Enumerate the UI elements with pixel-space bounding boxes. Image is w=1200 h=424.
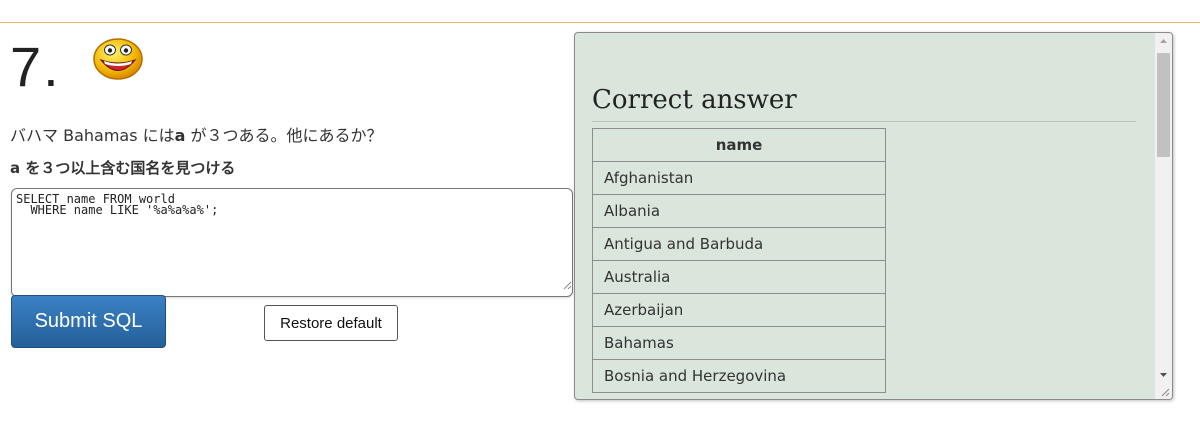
- table-cell: Albania: [592, 194, 886, 228]
- question-text-prefix: バハマ Bahamas には: [10, 126, 175, 145]
- table-row: Antigua and Barbuda: [592, 227, 886, 261]
- answer-divider: [592, 121, 1136, 122]
- question-text-suffix: が３つある。他にあるか？: [185, 126, 383, 145]
- table-row: Azerbaijan: [592, 293, 886, 327]
- top-divider: [0, 22, 1200, 23]
- table-cell: Australia: [592, 260, 886, 294]
- question-text: バハマ Bahamas にはa が３つある。他にあるか？: [10, 122, 383, 146]
- laughing-face-icon: [93, 38, 143, 80]
- table-row: Bosnia and Herzegovina: [592, 359, 886, 393]
- panel-resize-grip-icon[interactable]: [1160, 387, 1170, 397]
- resize-grip-icon[interactable]: [562, 280, 572, 290]
- answer-table: name Afghanistan Albania Antigua and Bar…: [592, 128, 886, 393]
- question-task: a を３つ以上含む国名を見つける: [10, 159, 236, 177]
- question-text-bold: a: [174, 126, 186, 145]
- scroll-up-arrow-icon[interactable]: [1155, 33, 1172, 50]
- submit-sql-button[interactable]: Submit SQL: [11, 295, 166, 348]
- answer-title: Correct answer: [592, 85, 797, 115]
- question-number: 7.: [10, 35, 61, 98]
- table-row: Albania: [592, 194, 886, 228]
- scroll-down-arrow-icon[interactable]: [1155, 366, 1172, 383]
- scroll-thumb[interactable]: [1157, 53, 1170, 157]
- restore-default-button[interactable]: Restore default: [264, 305, 398, 341]
- table-row: Bahamas: [592, 326, 886, 360]
- table-cell: Bosnia and Herzegovina: [592, 359, 886, 393]
- table-cell: Antigua and Barbuda: [592, 227, 886, 261]
- table-row: Afghanistan: [592, 161, 886, 195]
- column-header-name: name: [592, 128, 886, 162]
- correct-answer-panel[interactable]: Correct answer name Afghanistan Albania …: [574, 32, 1173, 400]
- table-cell: Afghanistan: [592, 161, 886, 195]
- sql-editor[interactable]: SELECT name FROM world WHERE name LIKE '…: [11, 188, 573, 297]
- vertical-scrollbar[interactable]: [1154, 33, 1172, 399]
- table-header-row: name: [592, 128, 886, 162]
- table-cell: Azerbaijan: [592, 293, 886, 327]
- table-row: Australia: [592, 260, 886, 294]
- table-cell: Bahamas: [592, 326, 886, 360]
